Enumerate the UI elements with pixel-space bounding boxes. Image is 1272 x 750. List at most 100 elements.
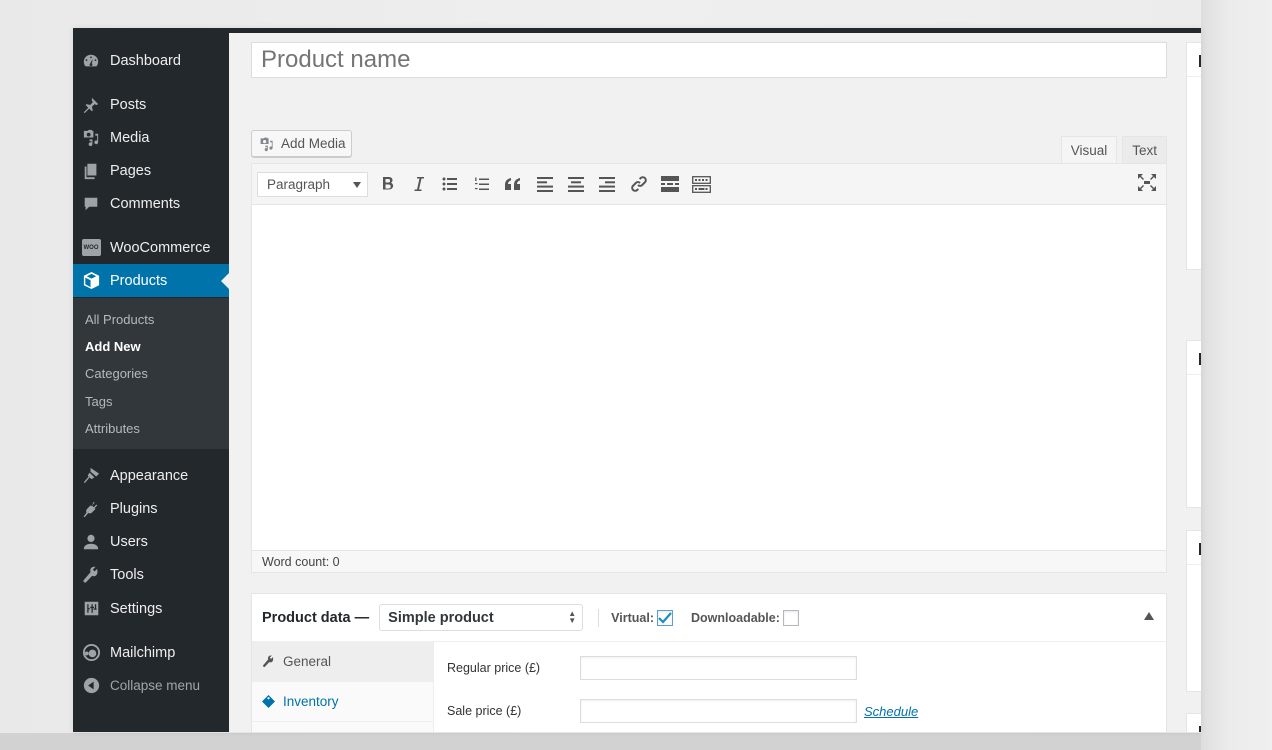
dashboard-icon [81, 51, 101, 71]
sidebar-item-label: Dashboard [110, 52, 181, 69]
regular-price-row: Regular price (£) [434, 656, 857, 680]
wrench-icon [262, 655, 275, 668]
sidebar-item-plugins[interactable]: Plugins [73, 492, 229, 525]
product-data-tabs: General Inventory [252, 642, 434, 732]
caret-down-icon [353, 181, 361, 188]
tab-label: Inventory [283, 694, 339, 709]
read-more-button[interactable] [655, 170, 686, 198]
sidebar-item-products[interactable]: Products [73, 264, 229, 297]
numbered-list-button[interactable] [466, 170, 497, 198]
align-center-button[interactable] [560, 170, 591, 198]
sidebar-item-label: Settings [110, 600, 163, 617]
sidebar-item-dashboard[interactable]: Dashboard [73, 44, 229, 77]
tab-visual[interactable]: Visual [1060, 136, 1118, 164]
sidebar-item-appearance[interactable]: Appearance [73, 459, 229, 492]
tab-label: General [283, 654, 332, 669]
user-icon [81, 532, 101, 552]
sidebar-item-mailchimp[interactable]: Mailchimp [73, 636, 229, 669]
plug-icon [81, 499, 101, 519]
fullscreen-button[interactable] [1138, 174, 1156, 196]
wrench-icon [81, 565, 101, 585]
product-image-box [1186, 340, 1201, 508]
sidebar-item-label: Appearance [110, 467, 189, 484]
bold-icon [382, 177, 393, 190]
submenu-add-new[interactable]: Add New [73, 333, 229, 360]
pin-icon [81, 95, 101, 115]
bulleted-list-icon [442, 177, 458, 191]
regular-price-label: Regular price (£) [447, 661, 541, 675]
editor-toolbar: Paragraph [252, 164, 1166, 205]
admin-window: Dashboard Posts Media Pages Comments WOO… [73, 28, 1201, 732]
toolbar-toggle-button[interactable] [686, 170, 717, 198]
blockquote-button[interactable] [498, 170, 529, 198]
collapse-icon [81, 676, 101, 696]
submenu-categories[interactable]: Categories [73, 360, 229, 387]
schedule-link[interactable]: Schedule [864, 704, 918, 719]
tags-box [1186, 713, 1201, 732]
format-select-value: Paragraph [267, 176, 331, 192]
virtual-checkbox[interactable] [657, 609, 673, 626]
comment-icon [81, 194, 101, 214]
sidebar-item-label: Products [110, 272, 168, 289]
panel-toggle-arrow-icon[interactable] [1144, 612, 1154, 620]
quote-icon [505, 178, 521, 190]
insert-link-button[interactable] [623, 170, 654, 198]
sidebar-item-woocommerce[interactable]: WOO WooCommerce [73, 231, 229, 264]
regular-price-input[interactable] [580, 656, 857, 680]
sidebar-item-label: Pages [110, 162, 152, 179]
collapse-menu-button[interactable]: Collapse menu [73, 669, 229, 702]
product-data-header: Product data — Simple product ▲ ▼ Virtual… [252, 594, 1166, 642]
sidebar-item-tools[interactable]: Tools [73, 558, 229, 591]
sidebar-item-label: Users [110, 533, 148, 550]
sidebar-item-settings[interactable]: Settings [73, 592, 229, 625]
keyboard-icon [692, 175, 712, 193]
publish-box [1186, 42, 1201, 270]
italic-icon [414, 177, 425, 191]
products-submenu: All Products Add New Categories Tags Att… [73, 298, 229, 449]
sidebar-item-label: Collapse menu [110, 678, 201, 693]
product-name-input[interactable] [251, 42, 1167, 78]
pages-icon [81, 161, 101, 181]
align-right-button[interactable] [592, 170, 623, 198]
sliders-icon [81, 599, 101, 619]
align-left-button[interactable] [529, 170, 560, 198]
brush-icon [81, 466, 101, 486]
tab-text[interactable]: Text [1122, 136, 1167, 164]
tab-inventory[interactable]: Inventory [252, 682, 433, 722]
downloadable-checkbox[interactable] [782, 609, 799, 626]
word-count: Word count: 0 [252, 550, 1166, 572]
sidebar-item-comments[interactable]: Comments [73, 187, 229, 220]
numbered-list-icon [474, 177, 489, 190]
product-type-select[interactable]: Simple product ▲ ▼ [379, 604, 584, 631]
sale-price-input[interactable] [580, 699, 857, 723]
bold-button[interactable] [372, 170, 403, 198]
editor-mode-tabs: Visual Text [1056, 136, 1167, 164]
sidebar-item-label: Plugins [110, 500, 158, 517]
media-icon [81, 128, 101, 148]
sidebar-item-users[interactable]: Users [73, 525, 229, 558]
sidebar-item-pages[interactable]: Pages [73, 154, 229, 187]
sale-price-row: Sale price (£) Schedule [434, 699, 918, 723]
add-media-button[interactable]: Add Media [251, 130, 352, 157]
backdrop-fade [1201, 0, 1272, 750]
admin-sidebar: Dashboard Posts Media Pages Comments WOO… [73, 28, 229, 732]
product-data-panel: Product data — Simple product ▲ ▼ Virtual… [251, 593, 1167, 732]
submenu-all-products[interactable]: All Products [73, 306, 229, 333]
submenu-attributes[interactable]: Attributes [73, 415, 229, 442]
fullscreen-icon [1138, 174, 1156, 191]
italic-button[interactable] [403, 170, 434, 198]
updown-arrows-icon: ▲ ▼ [568, 609, 577, 625]
link-icon [631, 176, 647, 192]
sidebar-item-posts[interactable]: Posts [73, 88, 229, 121]
bulleted-list-button[interactable] [435, 170, 466, 198]
submenu-tags[interactable]: Tags [73, 388, 229, 415]
format-select[interactable]: Paragraph [257, 171, 368, 197]
editor-content-area[interactable] [252, 205, 1166, 551]
main-content: Add Media Visual Text Paragraph [229, 28, 1201, 732]
add-media-label: Add Media [281, 136, 346, 151]
categories-box [1186, 530, 1201, 692]
sidebar-item-media[interactable]: Media [73, 121, 229, 154]
media-icon [259, 136, 275, 152]
tab-general[interactable]: General [252, 642, 433, 682]
sale-price-label: Sale price (£) [447, 704, 522, 718]
